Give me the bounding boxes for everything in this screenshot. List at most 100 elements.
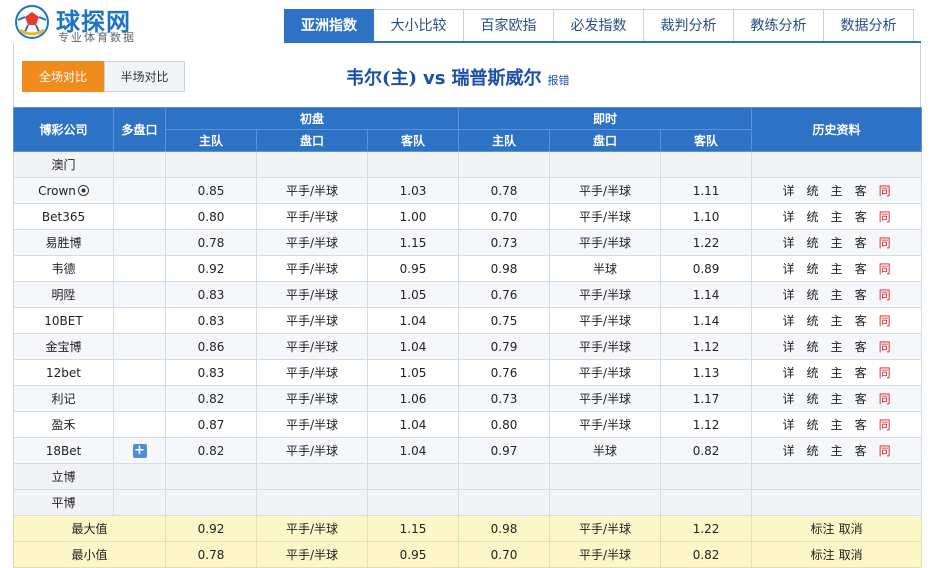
- home-history-link[interactable]: 主: [831, 444, 843, 458]
- home-history-link[interactable]: 主: [831, 418, 843, 432]
- main-tabs: 亚洲指数 大小比较 百家欧指 必发指数 裁判分析 教练分析 数据分析: [284, 9, 914, 42]
- away-history-link[interactable]: 客: [855, 314, 867, 328]
- detail-link[interactable]: 详: [783, 366, 795, 380]
- same-history-link[interactable]: 同: [879, 236, 891, 250]
- compare-toggle: 全场对比 半场对比: [22, 61, 185, 92]
- company-name[interactable]: 易胜博: [13, 229, 114, 256]
- multi-line-cell[interactable]: +: [113, 437, 166, 464]
- away-team[interactable]: 瑞普斯威尔: [452, 68, 542, 89]
- multi-line-cell: [113, 203, 166, 230]
- same-history-link[interactable]: 同: [879, 340, 891, 354]
- same-history-link[interactable]: 同: [879, 392, 891, 406]
- stats-link[interactable]: 统: [807, 314, 819, 328]
- away-history-link[interactable]: 客: [855, 444, 867, 458]
- company-name[interactable]: 10BET: [13, 307, 114, 334]
- home-history-link[interactable]: 主: [831, 340, 843, 354]
- cancel-link[interactable]: 取消: [839, 522, 863, 536]
- live-line: 平手/半球: [549, 229, 662, 256]
- live-home-odds: 0.73: [458, 385, 551, 412]
- home-history-link[interactable]: 主: [831, 366, 843, 380]
- stats-link[interactable]: 统: [807, 366, 819, 380]
- cancel-link[interactable]: 取消: [839, 548, 863, 562]
- company-name[interactable]: 立博: [13, 463, 114, 490]
- away-history-link[interactable]: 客: [855, 366, 867, 380]
- company-name[interactable]: 明陞: [13, 281, 114, 308]
- away-history-link[interactable]: 客: [855, 418, 867, 432]
- tab-over-under[interactable]: 大小比较: [374, 9, 464, 42]
- tab-referee-analysis[interactable]: 裁判分析: [644, 9, 734, 42]
- stats-link[interactable]: 统: [807, 418, 819, 432]
- tab-asian-odds[interactable]: 亚洲指数: [284, 9, 374, 42]
- company-name[interactable]: Bet365: [13, 203, 114, 230]
- same-history-link[interactable]: 同: [879, 314, 891, 328]
- half-match-compare-button[interactable]: 半场对比: [104, 61, 185, 92]
- detail-link[interactable]: 详: [783, 418, 795, 432]
- same-history-link[interactable]: 同: [879, 262, 891, 276]
- same-history-link[interactable]: 同: [879, 210, 891, 224]
- same-history-link[interactable]: 同: [879, 366, 891, 380]
- header-multi-line: 多盘口: [113, 107, 166, 152]
- company-name[interactable]: 平博: [13, 489, 114, 516]
- live-away-odds: [660, 463, 753, 490]
- away-history-link[interactable]: 客: [855, 262, 867, 276]
- table-row: Bet365 0.80 平手/半球 1.00 0.70 平手/半球 1.10 详统主客同: [13, 203, 923, 230]
- home-team[interactable]: 韦尔(主): [346, 68, 417, 89]
- detail-link[interactable]: 详: [783, 210, 795, 224]
- detail-link[interactable]: 详: [783, 340, 795, 354]
- initial-home-odds: [165, 151, 257, 178]
- company-name[interactable]: Crown: [13, 177, 114, 204]
- home-history-link[interactable]: 主: [831, 236, 843, 250]
- home-history-link[interactable]: 主: [831, 262, 843, 276]
- detail-link[interactable]: 详: [783, 444, 795, 458]
- same-history-link[interactable]: 同: [879, 288, 891, 302]
- home-history-link[interactable]: 主: [831, 392, 843, 406]
- away-history-link[interactable]: 客: [855, 236, 867, 250]
- tab-data-analysis[interactable]: 数据分析: [824, 9, 914, 42]
- expand-plus-icon[interactable]: +: [132, 444, 147, 458]
- detail-link[interactable]: 详: [783, 262, 795, 276]
- detail-link[interactable]: 详: [783, 392, 795, 406]
- away-history-link[interactable]: 客: [855, 210, 867, 224]
- stats-link[interactable]: 统: [807, 340, 819, 354]
- tab-betfair-index[interactable]: 必发指数: [554, 9, 644, 42]
- report-error-link[interactable]: 报错: [548, 74, 570, 87]
- company-name[interactable]: 盈禾: [13, 411, 114, 438]
- away-history-link[interactable]: 客: [855, 184, 867, 198]
- home-history-link[interactable]: 主: [831, 184, 843, 198]
- away-history-link[interactable]: 客: [855, 288, 867, 302]
- company-name[interactable]: 金宝博: [13, 333, 114, 360]
- detail-link[interactable]: 详: [783, 288, 795, 302]
- stats-link[interactable]: 统: [807, 288, 819, 302]
- company-name[interactable]: 澳门: [13, 151, 114, 178]
- stats-link[interactable]: 统: [807, 210, 819, 224]
- home-history-link[interactable]: 主: [831, 314, 843, 328]
- brand-logo[interactable]: 球探网 专业体育数据: [12, 2, 212, 44]
- same-history-link[interactable]: 同: [879, 184, 891, 198]
- mark-link[interactable]: 标注: [811, 522, 835, 536]
- away-history-link[interactable]: 客: [855, 392, 867, 406]
- company-name[interactable]: 12bet: [13, 359, 114, 386]
- header-live: 即时: [458, 107, 753, 130]
- stats-link[interactable]: 统: [807, 236, 819, 250]
- stats-link[interactable]: 统: [807, 262, 819, 276]
- live-line: 平手/半球: [549, 385, 662, 412]
- stats-link[interactable]: 统: [807, 444, 819, 458]
- home-history-link[interactable]: 主: [831, 288, 843, 302]
- home-history-link[interactable]: 主: [831, 210, 843, 224]
- company-name[interactable]: 利记: [13, 385, 114, 412]
- tab-euro-odds[interactable]: 百家欧指: [464, 9, 554, 42]
- detail-link[interactable]: 详: [783, 236, 795, 250]
- detail-link[interactable]: 详: [783, 314, 795, 328]
- company-name[interactable]: 18Bet: [13, 437, 114, 464]
- away-history-link[interactable]: 客: [855, 340, 867, 354]
- company-name[interactable]: 韦德: [13, 255, 114, 282]
- tab-coach-analysis[interactable]: 教练分析: [734, 9, 824, 42]
- stats-link[interactable]: 统: [807, 184, 819, 198]
- stats-link[interactable]: 统: [807, 392, 819, 406]
- detail-link[interactable]: 详: [783, 184, 795, 198]
- same-history-link[interactable]: 同: [879, 444, 891, 458]
- mark-link[interactable]: 标注: [811, 548, 835, 562]
- full-match-compare-button[interactable]: 全场对比: [22, 61, 104, 92]
- initial-line: 平手/半球: [256, 359, 368, 386]
- same-history-link[interactable]: 同: [879, 418, 891, 432]
